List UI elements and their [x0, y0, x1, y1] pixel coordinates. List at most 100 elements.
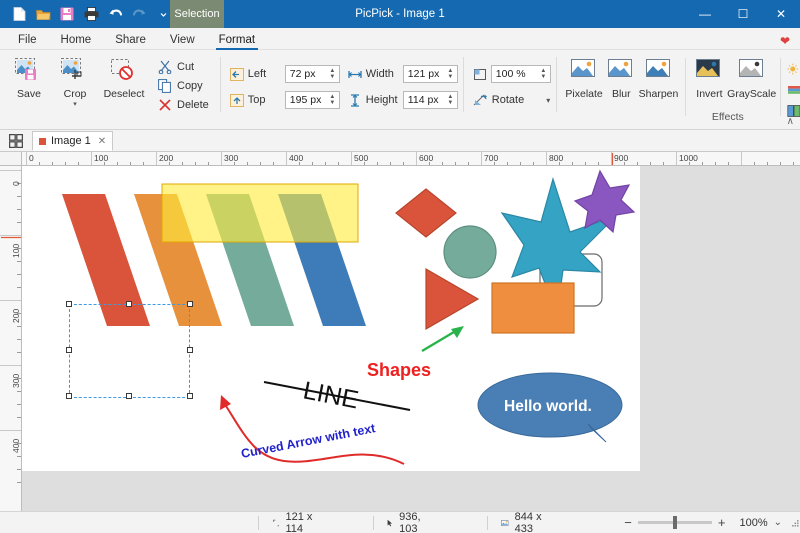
effects-divider: [685, 58, 686, 116]
hruler-tick-200: 200: [159, 153, 173, 163]
menu-item-file[interactable]: File: [6, 32, 49, 49]
selection-icon: [273, 517, 280, 529]
contextual-tab-label: Selection: [174, 8, 219, 20]
zoom-slider-track[interactable]: [638, 521, 712, 524]
menu-item-view[interactable]: View: [158, 32, 207, 49]
grayscale-button[interactable]: GrayScale: [727, 54, 776, 100]
invert-label: Invert: [696, 89, 722, 100]
close-button[interactable]: ✕: [762, 0, 800, 28]
left-input[interactable]: 72 px ▲▼: [285, 65, 340, 83]
sharpen-button[interactable]: Sharpen: [638, 54, 679, 100]
vruler-tick-300: 300: [11, 374, 21, 388]
scale-spinner[interactable]: ▲▼: [539, 69, 550, 80]
scale-input[interactable]: 100 % ▲▼: [491, 65, 551, 83]
width-input[interactable]: 121 px ▲▼: [403, 65, 458, 83]
hue-saturation-button[interactable]: Hue / Saturation: [785, 81, 800, 99]
ribbon-collapse-chevron-icon[interactable]: ∧: [787, 116, 794, 127]
width-spinner[interactable]: ▲▼: [446, 69, 457, 80]
horizontal-ruler: 0 100 200 300 400 500 600 700 800 900 10…: [22, 152, 800, 166]
top-input[interactable]: 195 px ▲▼: [285, 91, 340, 109]
ribbon-toolbar: Save Crop ▾: [0, 50, 800, 130]
image-canvas[interactable]: LINE Shapes Curved Arrow with text Hello…: [22, 166, 640, 471]
height-spinner[interactable]: ▲▼: [446, 95, 457, 106]
zoom-dropdown-chevron-icon[interactable]: ⌄: [774, 517, 782, 528]
rotate-row[interactable]: Rotate ▾: [473, 89, 551, 111]
status-divider-2: [373, 516, 374, 530]
print-icon[interactable]: [80, 3, 102, 25]
menu-item-home[interactable]: Home: [49, 32, 104, 49]
undo-icon[interactable]: [104, 3, 126, 25]
hruler-tick-500: 500: [354, 153, 368, 163]
zoom-out-button[interactable]: −: [624, 515, 632, 530]
shape-circle: [444, 226, 496, 278]
height-input[interactable]: 114 px ▲▼: [403, 91, 458, 109]
rotate-dropdown-chevron-icon[interactable]: ▾: [546, 96, 550, 105]
rotate-label: Rotate: [492, 94, 524, 106]
shape-diamond: [396, 189, 456, 237]
crop-button[interactable]: Crop ▾: [52, 54, 98, 107]
heart-icon[interactable]: ❤: [780, 34, 790, 48]
left-value: 72 px: [290, 68, 316, 80]
selection-handle-e[interactable]: [187, 347, 193, 353]
canvas-scroll-area[interactable]: LINE Shapes Curved Arrow with text Hello…: [22, 166, 800, 511]
selection-handle-sw[interactable]: [66, 393, 72, 399]
status-zoom-level[interactable]: 100% ⌄: [739, 517, 782, 529]
ribbon-group-position: Left 72 px ▲▼ Top 195 px ▲▼: [220, 52, 463, 124]
maximize-button[interactable]: ☐: [724, 0, 762, 28]
left-spinner[interactable]: ▲▼: [328, 69, 339, 80]
cut-button[interactable]: Cut: [156, 58, 215, 76]
selection-handle-w[interactable]: [66, 347, 72, 353]
selection-handle-nw[interactable]: [66, 301, 72, 307]
selection-marquee[interactable]: [69, 304, 190, 398]
save-icon[interactable]: [56, 3, 78, 25]
invert-image-icon: [693, 57, 725, 87]
zoom-in-button[interactable]: +: [718, 515, 726, 530]
hruler-tick-600: 600: [419, 153, 433, 163]
zoom-slider-thumb[interactable]: [673, 516, 677, 529]
document-tab-image1[interactable]: Image 1 ✕: [32, 131, 113, 151]
adjust-divider: [780, 58, 781, 116]
resize-grip-icon[interactable]: [790, 518, 800, 528]
minimize-button[interactable]: —: [686, 0, 724, 28]
size-fields: Width 121 px ▲▼ Height 114 px ▲▼: [348, 54, 458, 111]
copy-button[interactable]: Copy: [156, 77, 215, 95]
image-icon: [501, 517, 508, 529]
menu-item-share[interactable]: Share: [103, 32, 158, 49]
delete-button[interactable]: Delete: [156, 96, 215, 114]
cursor-position-value: 936, 103: [399, 511, 424, 533]
status-selection-size: 121 x 114: [273, 511, 313, 533]
hruler-tick-0: 0: [29, 153, 34, 163]
top-spinner[interactable]: ▲▼: [328, 95, 339, 106]
pixelate-button[interactable]: Pixelate: [564, 54, 605, 100]
selection-handle-s[interactable]: [126, 393, 132, 399]
scissors-icon: [158, 60, 172, 74]
deselect-button[interactable]: Deselect: [98, 54, 150, 100]
document-tab-color-swatch: [39, 138, 46, 145]
grid-view-icon[interactable]: [4, 131, 28, 151]
selection-handle-ne[interactable]: [187, 301, 193, 307]
status-divider-1: [258, 516, 259, 530]
contextual-tab-selection[interactable]: Selection: [170, 0, 224, 28]
document-tab-close-icon[interactable]: ✕: [98, 136, 106, 147]
crop-dropdown-chevron-icon[interactable]: ▾: [73, 102, 77, 107]
invert-button[interactable]: Invert: [692, 54, 728, 100]
hruler-tick-800: 800: [549, 153, 563, 163]
grayscale-label: GrayScale: [727, 89, 776, 100]
brightness-contrast-button[interactable]: Brightness / Contrast: [785, 60, 800, 78]
ruler-corner: [0, 152, 22, 166]
selection-handle-se[interactable]: [187, 393, 193, 399]
shape-star-small: [575, 171, 634, 232]
ribbon-group-transform: 100 % ▲▼ Rotate ▾: [463, 52, 556, 124]
open-icon[interactable]: [32, 3, 54, 25]
save-button[interactable]: Save: [6, 54, 52, 100]
hruler-tick-1000: 1000: [679, 153, 698, 163]
left-label: Left: [248, 68, 281, 80]
new-icon[interactable]: [8, 3, 30, 25]
scale-value: 100 %: [496, 68, 526, 80]
redo-icon[interactable]: [128, 3, 150, 25]
menu-item-format[interactable]: Format: [207, 32, 267, 49]
selection-handle-n[interactable]: [126, 301, 132, 307]
blur-button[interactable]: Blur: [604, 54, 638, 100]
speech-bubble-text: Hello world.: [504, 398, 592, 415]
position-fields: Left 72 px ▲▼ Top 195 px ▲▼: [230, 54, 340, 111]
